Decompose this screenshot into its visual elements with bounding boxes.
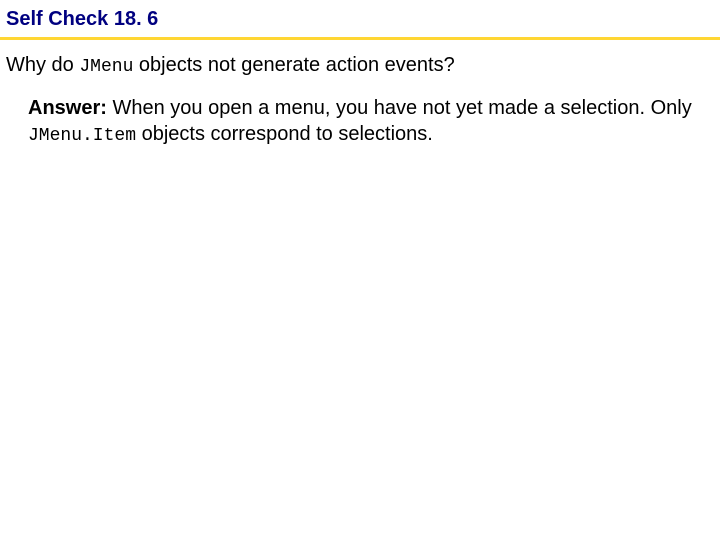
slide-header: Self Check 18. 6: [0, 0, 720, 35]
question-suffix: objects not generate action events?: [133, 54, 454, 76]
answer-label: Answer:: [28, 97, 107, 119]
question-prefix: Why do: [6, 54, 79, 76]
answer-text-after: objects correspond to selections.: [136, 123, 433, 145]
answer-code: JMenu.Item: [28, 126, 136, 146]
slide-title: Self Check 18. 6: [6, 8, 714, 31]
question-text: Why do JMenu objects not generate action…: [0, 40, 720, 79]
question-code: JMenu: [79, 57, 133, 77]
answer-text-before: When you open a menu, you have not yet m…: [107, 97, 692, 119]
answer-block: Answer: When you open a menu, you have n…: [0, 79, 720, 148]
